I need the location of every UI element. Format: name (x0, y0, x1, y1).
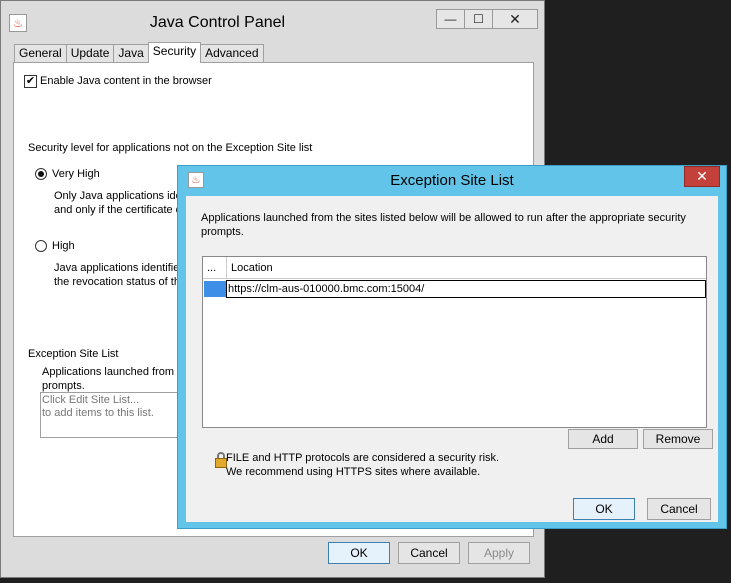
tab-update[interactable]: Update (65, 44, 115, 63)
high-radio[interactable] (35, 240, 47, 252)
location-cell-editor[interactable]: https://clm-aus-010000.bmc.com:15004/ (226, 280, 706, 298)
ok-button[interactable]: OK (328, 542, 390, 564)
very-high-label: Very High (52, 168, 100, 180)
dialog-close-button[interactable]: ✕ (684, 166, 720, 187)
exception-description-line-1: Applications launched from t (42, 366, 181, 378)
high-description-line-2: the revocation status of th (54, 276, 180, 288)
exception-description-line-2: prompts. (42, 380, 85, 392)
high-description-line-1: Java applications identified (54, 262, 186, 274)
maximize-button[interactable]: ☐ (464, 9, 492, 29)
table-row[interactable]: https://clm-aus-010000.bmc.com:15004/ (203, 280, 706, 298)
dialog-cancel-button[interactable]: Cancel (647, 498, 711, 520)
very-high-description-line-2: and only if the certificate c (54, 204, 182, 216)
row-selector[interactable] (204, 281, 226, 297)
dialog-title: Exception Site List (390, 172, 514, 189)
exception-site-table[interactable]: ... Location https://clm-aus-010000.bmc.… (202, 256, 707, 428)
security-warning: FILE and HTTP protocols are considered a… (226, 451, 499, 479)
table-header: ... Location (203, 257, 706, 279)
tab-java[interactable]: Java (113, 44, 149, 63)
close-button[interactable]: ✕ (492, 9, 538, 29)
minimize-button[interactable]: — (436, 9, 464, 29)
exception-site-list-heading: Exception Site List (28, 348, 119, 360)
exception-site-list-dialog: ♨ Exception Site List ✕ Applications lau… (177, 165, 727, 529)
tab-strip: General Update Java Security Advanced (14, 42, 264, 63)
column-header-select[interactable]: ... (203, 257, 227, 279)
enable-java-label: Enable Java content in the browser (40, 75, 212, 87)
remove-button[interactable]: Remove (643, 429, 713, 449)
cancel-button[interactable]: Cancel (398, 542, 460, 564)
security-warning-line-1: FILE and HTTP protocols are considered a… (226, 452, 500, 464)
window-controls: — ☐ ✕ (436, 9, 538, 29)
very-high-radio[interactable] (35, 168, 47, 180)
apply-button[interactable]: Apply (468, 542, 530, 564)
high-label: High (52, 240, 75, 252)
dialog-ok-button[interactable]: OK (573, 498, 635, 520)
add-button[interactable]: Add (568, 429, 638, 449)
enable-java-checkbox[interactable]: ✔ (24, 75, 37, 88)
tab-general[interactable]: General (14, 44, 67, 63)
main-titlebar[interactable]: ♨ Java Control Panel — ☐ ✕ (1, 1, 544, 39)
column-header-location[interactable]: Location (227, 257, 706, 279)
tab-advanced[interactable]: Advanced (200, 44, 264, 63)
tab-security[interactable]: Security (147, 42, 202, 63)
dialog-intro-line-2: prompts. (201, 226, 244, 238)
security-warning-line-2: We recommend using HTTPS sites where ava… (226, 466, 481, 478)
main-window-title: Java Control Panel (149, 14, 286, 31)
dialog-titlebar[interactable]: ♨ Exception Site List ✕ (178, 166, 726, 194)
dialog-intro-line-1: Applications launched from the sites lis… (201, 212, 686, 224)
very-high-description-line-1: Only Java applications ide (54, 190, 182, 202)
dialog-intro: Applications launched from the sites lis… (201, 211, 686, 239)
dialog-body: Applications launched from the sites lis… (186, 196, 718, 522)
security-level-heading: Security level for applications not on t… (28, 142, 313, 154)
